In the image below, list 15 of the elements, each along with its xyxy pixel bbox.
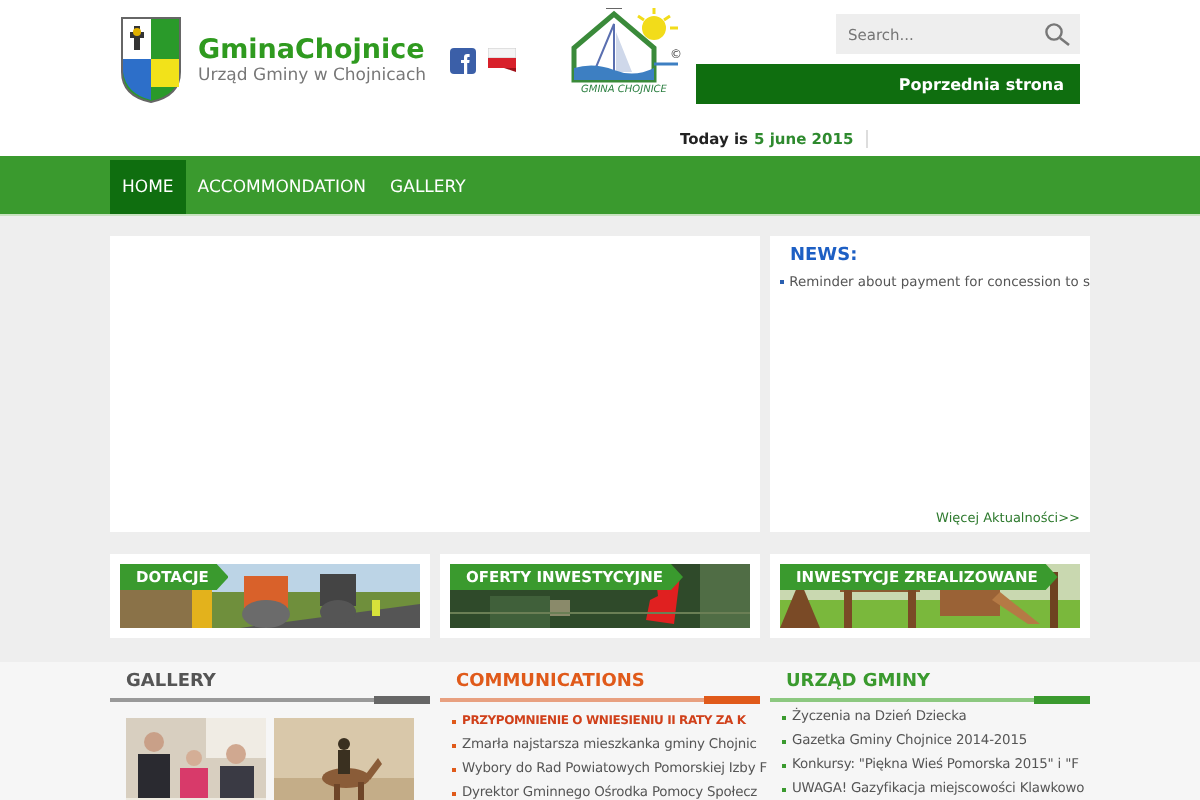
section-heading: COMMUNICATIONS: [440, 670, 760, 702]
coat-of-arms-icon: [120, 16, 182, 104]
nav-tab[interactable]: HOME: [110, 160, 186, 214]
search-icon[interactable]: [1044, 22, 1072, 46]
facebook-icon[interactable]: [450, 48, 476, 74]
section-heading: URZĄD GMINY: [770, 670, 1090, 702]
site-subtitle: Urząd Gminy w Chojnicach: [198, 66, 427, 86]
back-link[interactable]: Poprzednia strona: [696, 64, 1080, 104]
news-title: NEWS:: [788, 246, 860, 266]
flag-icon[interactable]: [488, 48, 516, 72]
site-name[interactable]: GminaChojnice: [198, 34, 427, 66]
section-heading: GALLERY: [110, 670, 430, 702]
house-logo-icon: [566, 8, 682, 84]
nav-tab[interactable]: GALLERY: [378, 160, 478, 214]
nav-tab[interactable]: ACCOMMONDATION: [185, 160, 379, 214]
